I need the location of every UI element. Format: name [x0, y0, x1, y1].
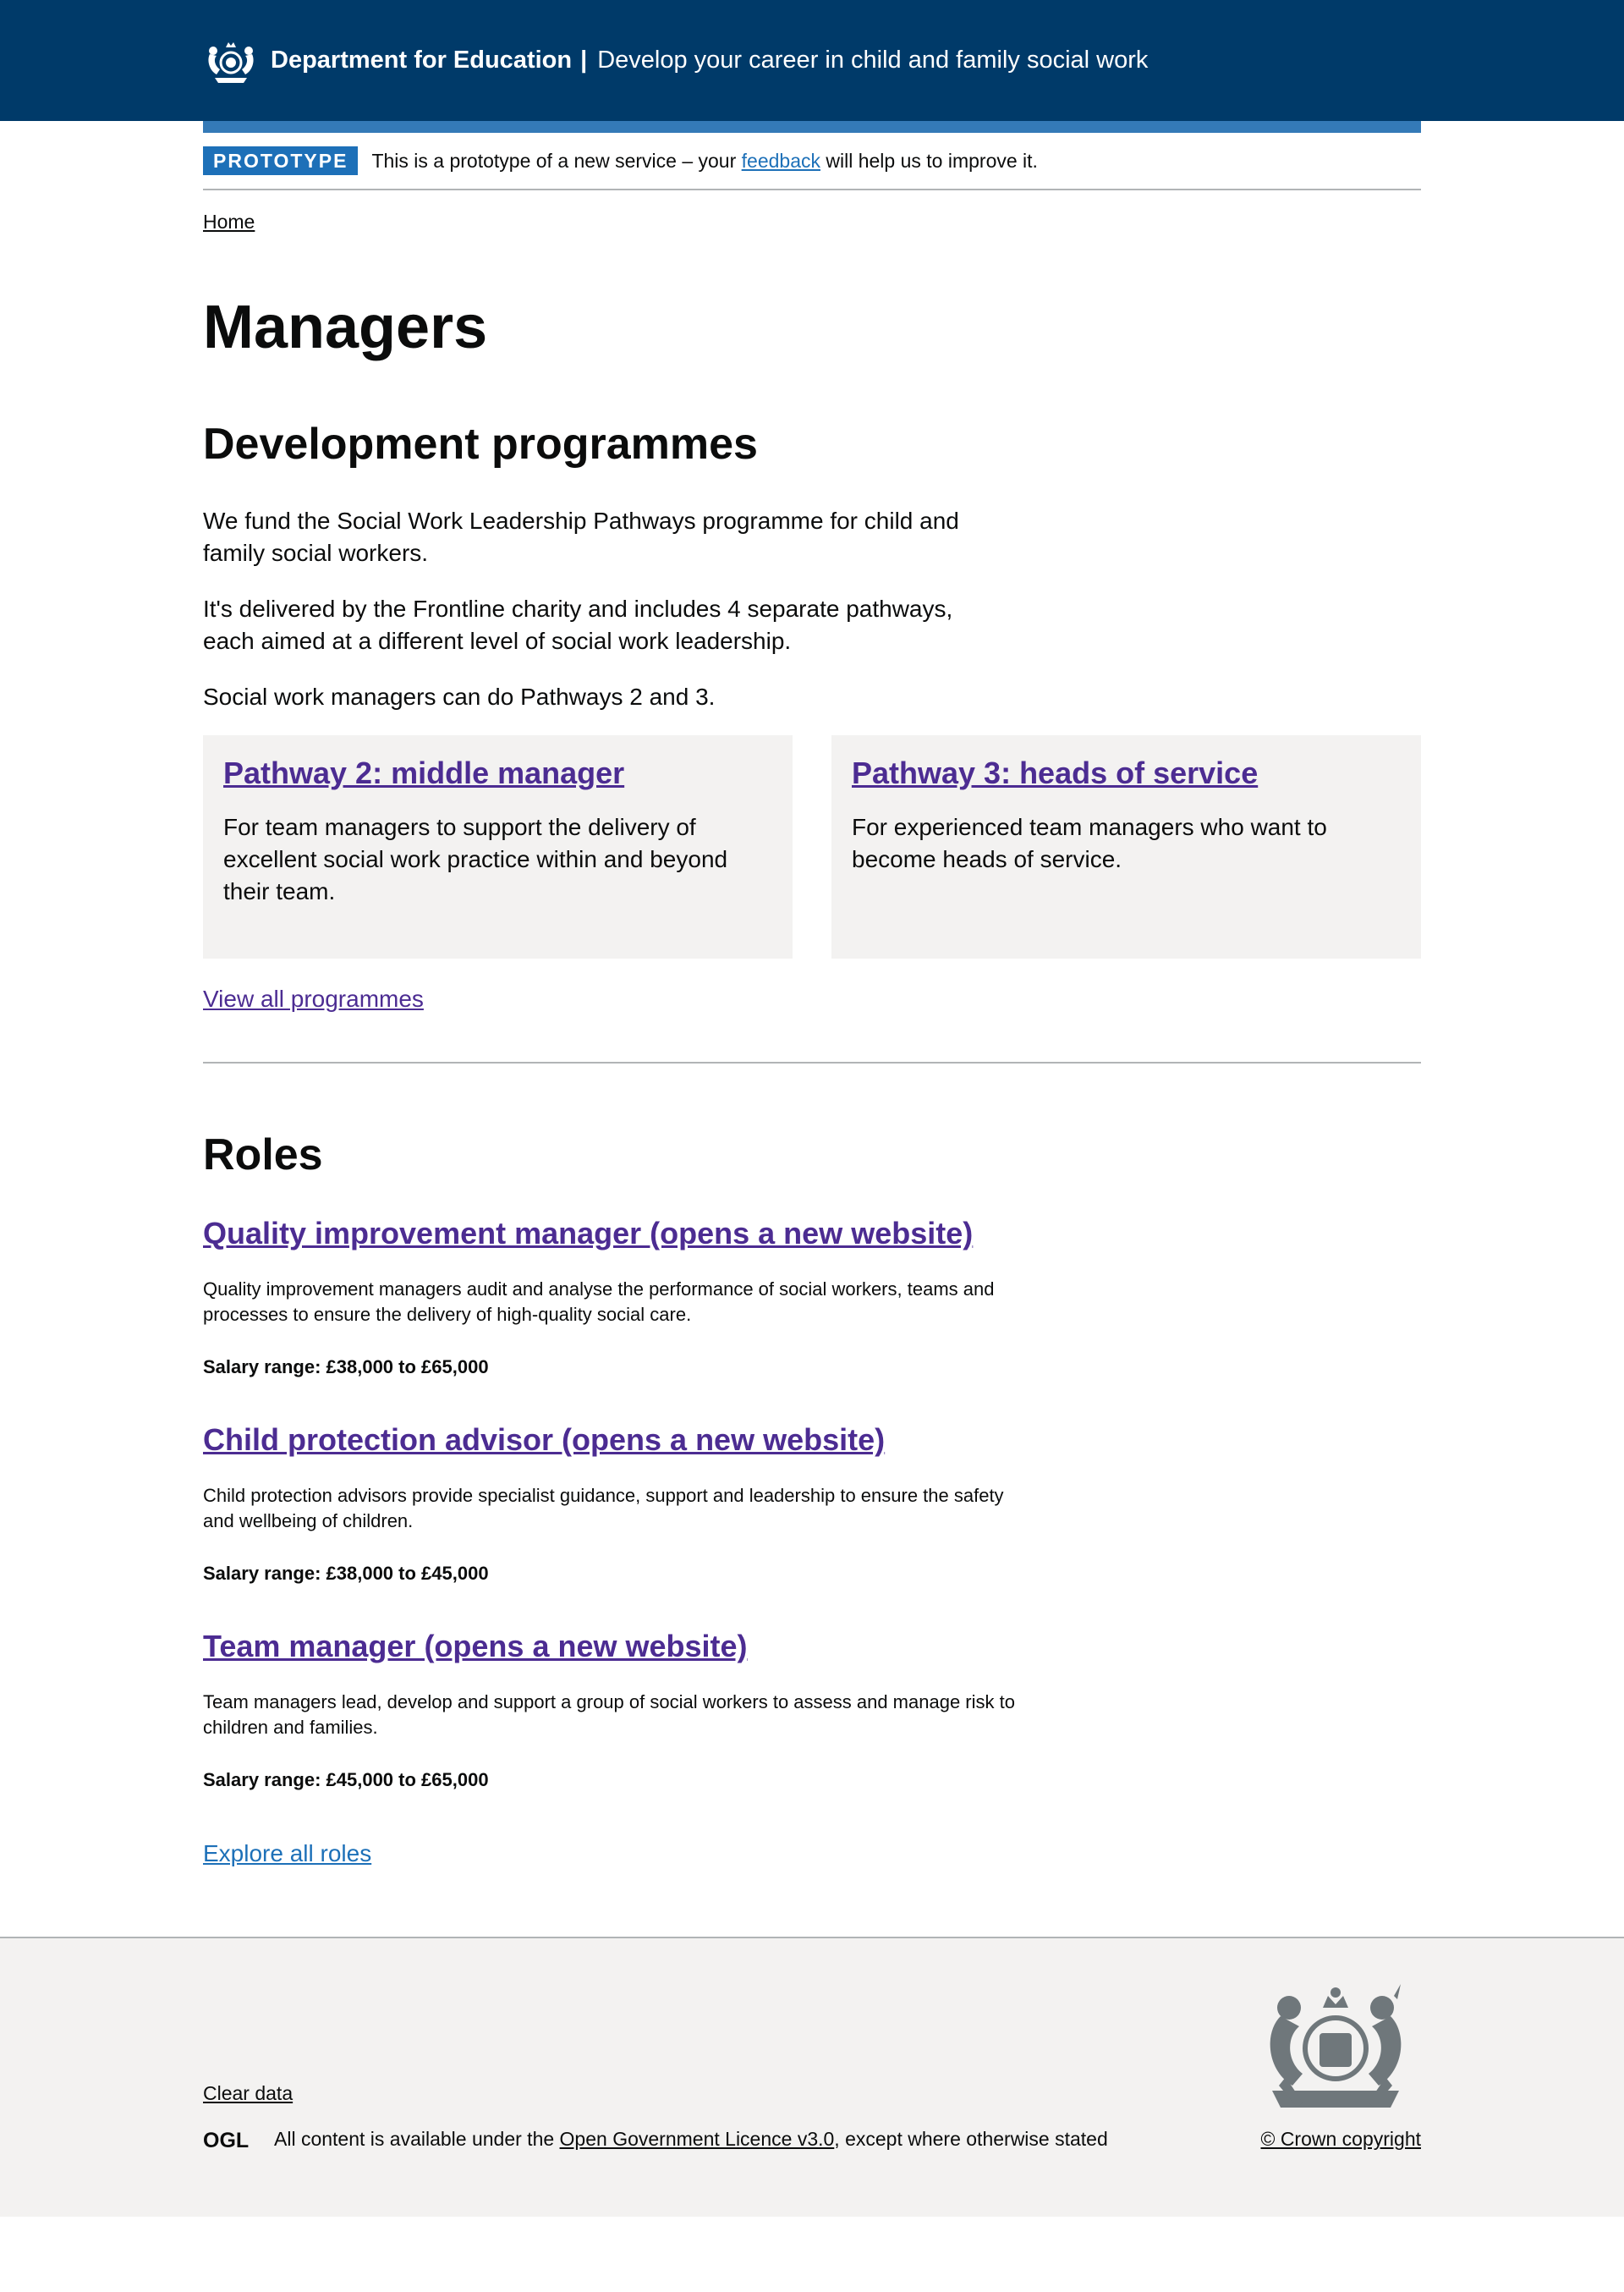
licence-text-before: All content is available under the: [274, 2128, 555, 2150]
pathway-2-link[interactable]: Pathway 2: middle manager: [223, 756, 624, 791]
header-inner: Department for Education | Develop your …: [203, 0, 1421, 121]
pathway-cards: Pathway 2: middle manager For team manag…: [203, 735, 1421, 959]
royal-coat-of-arms-icon: [1270, 1984, 1402, 2108]
page-title: Managers: [203, 294, 488, 361]
licence-text-after: , except where otherwise stated: [834, 2128, 1108, 2150]
role-salary: Salary range: £45,000 to £65,000: [203, 1769, 489, 1790]
role-item: Quality improvement manager (opens a new…: [203, 1216, 1049, 1378]
crown-copyright-link[interactable]: © Crown copyright: [1260, 2128, 1421, 2151]
section-divider: [203, 1062, 1421, 1064]
pathway-3-link[interactable]: Pathway 3: heads of service: [852, 756, 1258, 791]
service-name-link[interactable]: Develop your career in child and family …: [597, 47, 1148, 74]
development-programmes-heading: Development programmes: [203, 420, 758, 469]
pathway-card: Pathway 2: middle manager For team manag…: [203, 735, 793, 959]
role-title-link[interactable]: Team manager (opens a new website): [203, 1629, 748, 1664]
view-all-programmes-link[interactable]: View all programmes: [203, 986, 1421, 1013]
footer-inner: Clear data OGL All content is available …: [203, 1938, 1421, 2218]
phase-banner-text: This is a prototype of a new service – y…: [371, 150, 1038, 173]
breadcrumb-home-link[interactable]: Home: [203, 211, 255, 233]
site-header: Department for Education | Develop your …: [0, 0, 1624, 121]
development-paragraph-1: We fund the Social Work Leadership Pathw…: [203, 508, 959, 566]
phase-tag: PROTOTYPE: [203, 146, 359, 175]
role-description: Quality improvement managers audit and a…: [203, 1278, 995, 1325]
phase-text-after: will help us to improve it.: [826, 149, 1038, 172]
ogl-logo-icon: OGL: [203, 2129, 249, 2151]
role-item: Child protection advisor (opens a new we…: [203, 1422, 1049, 1585]
breadcrumb: Home: [203, 190, 1421, 292]
development-paragraph-2: It's delivered by the Frontline charity …: [203, 596, 953, 654]
header-separator: |: [580, 47, 588, 74]
pathway-card: Pathway 3: heads of service For experien…: [831, 735, 1421, 959]
explore-all-roles-link[interactable]: Explore all roles: [203, 1840, 371, 1867]
site-footer: Clear data OGL All content is available …: [0, 1937, 1624, 2217]
licence-row: OGL All content is available under the O…: [203, 2128, 1108, 2151]
role-description: Child protection advisors provide specia…: [203, 1485, 1004, 1531]
main-content: Managers Development programmes We fund …: [203, 297, 1421, 1867]
role-salary: Salary range: £38,000 to £45,000: [203, 1563, 489, 1584]
pathway-card-description: For experienced team managers who want t…: [852, 814, 1327, 872]
ogl-logo-text: OGL: [203, 2129, 249, 2151]
role-description: Team managers lead, develop and support …: [203, 1691, 1015, 1738]
phase-text-before: This is a prototype of a new service – y…: [371, 149, 737, 172]
role-item: Team manager (opens a new website) Team …: [203, 1629, 1049, 1791]
main-container: PROTOTYPE This is a prototype of a new s…: [203, 133, 1421, 1867]
development-paragraph-3: Social work managers can do Pathways 2 a…: [203, 684, 716, 710]
role-title-link[interactable]: Quality improvement manager (opens a new…: [203, 1216, 973, 1251]
roles-heading: Roles: [203, 1130, 323, 1179]
header-accent-bar: [203, 121, 1421, 133]
department-name[interactable]: Department for Education: [271, 47, 572, 74]
pathway-card-description: For team managers to support the deliver…: [223, 814, 728, 904]
role-salary: Salary range: £38,000 to £65,000: [203, 1356, 489, 1377]
phase-banner: PROTOTYPE This is a prototype of a new s…: [203, 133, 1421, 190]
open-government-licence-link[interactable]: Open Government Licence v3.0: [560, 2128, 835, 2151]
royal-crest-icon: [208, 41, 254, 83]
clear-data-link[interactable]: Clear data: [203, 2082, 293, 2105]
role-title-link[interactable]: Child protection advisor (opens a new we…: [203, 1422, 885, 1458]
feedback-link[interactable]: feedback: [742, 150, 820, 172]
